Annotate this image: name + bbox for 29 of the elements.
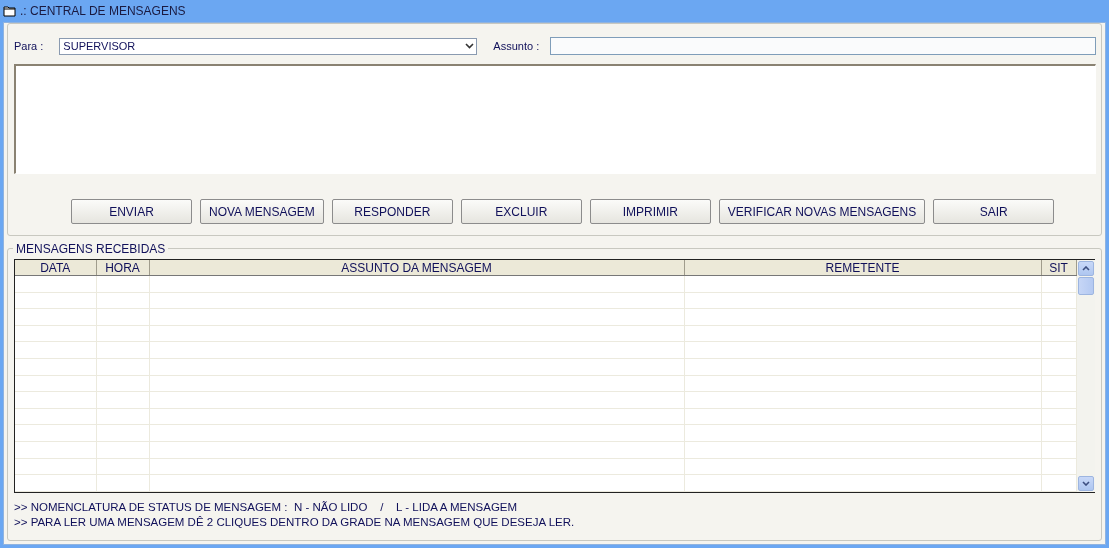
column-header[interactable]: HORA — [96, 260, 149, 276]
column-header[interactable]: SIT — [1041, 260, 1076, 276]
scroll-thumb[interactable] — [1077, 277, 1094, 295]
action-button[interactable]: SAIR — [933, 199, 1055, 224]
column-header[interactable]: REMETENTE — [684, 260, 1041, 276]
action-button[interactable]: VERIFICAR NOVAS MENSAGENS — [718, 199, 926, 224]
to-label: Para : — [14, 40, 44, 52]
column-header[interactable]: DATA — [15, 260, 96, 276]
scroll-up-button[interactable] — [1077, 261, 1094, 276]
action-button[interactable]: ENVIAR — [71, 199, 192, 224]
recipient-dropdown[interactable]: SUPERVISOR — [59, 37, 478, 55]
window-title: .: CENTRAL DE MENSAGENS — [20, 4, 186, 18]
subject-label: Assunto : — [493, 40, 540, 52]
messages-grid[interactable]: DATA HORA ASSUNTO DA MENSAGEM REMETENTE SIT — [14, 259, 1095, 493]
info-note: >> PARA LER UMA MENSAGEM DÊ 2 CLIQUES DENTRO DA GRADE NA MENSAGEM QUE DESEJA LER. — [14, 516, 576, 528]
chevron-down-icon — [465, 43, 475, 49]
panel-title: MENSAGENS RECEBIDAS — [13, 242, 169, 256]
column-header[interactable]: ASSUNTO DA MENSAGEM — [149, 260, 684, 276]
action-button[interactable]: IMPRIMIR — [589, 199, 711, 224]
info-note: >> NOMENCLATURA DE STATUS DE MENSAGEM : N - NÃO LIDO / L - LIDA A MENSAGEM — [14, 501, 519, 513]
scroll-down-button[interactable] — [1077, 476, 1094, 491]
action-button[interactable]: NOVA MENSAGEM — [200, 199, 324, 224]
subject-field[interactable] — [550, 37, 1096, 55]
folder-icon — [3, 5, 16, 17]
chevron-up-icon — [1081, 266, 1090, 271]
action-button[interactable]: EXCLUIR — [460, 199, 582, 224]
message-field[interactable] — [14, 64, 1096, 174]
action-button[interactable]: RESPONDER — [331, 199, 453, 224]
chevron-down-icon — [1081, 481, 1090, 486]
